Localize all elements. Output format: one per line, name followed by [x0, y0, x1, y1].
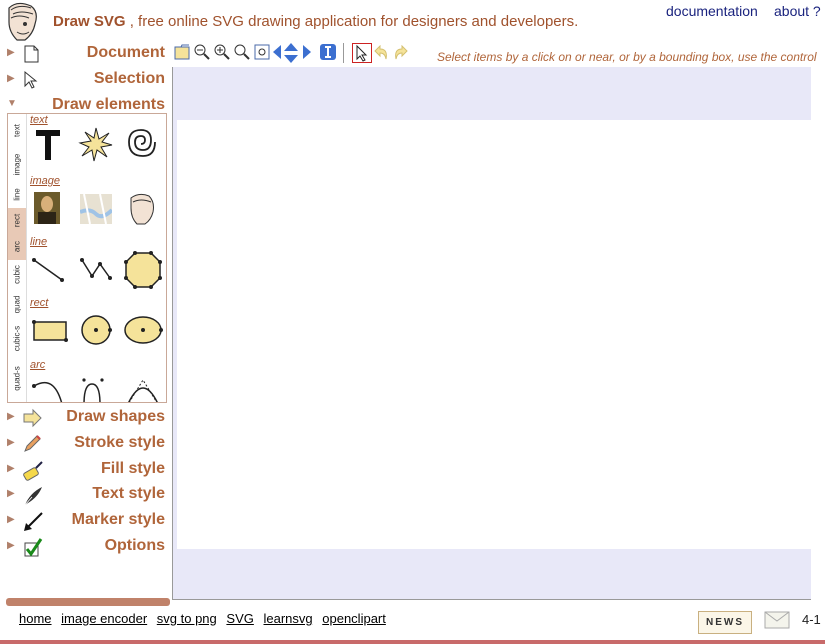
- toolbar: [173, 43, 372, 65]
- footer-links: home image encoder svg to png SVG learns…: [19, 611, 392, 626]
- tab-quad-s[interactable]: quad-s: [8, 358, 26, 402]
- fit-page-icon[interactable]: [319, 43, 337, 61]
- section-image-label[interactable]: image: [30, 175, 60, 187]
- panel-label: Fill style: [100, 460, 165, 477]
- footer-link-svg-to-png[interactable]: svg to png: [157, 611, 217, 626]
- expand-arrow-icon: ▶: [7, 411, 15, 422]
- undo-icon[interactable]: [374, 44, 390, 61]
- drawing-image-icon[interactable]: [125, 192, 157, 226]
- panel-fill-style[interactable]: ▶ Fill style: [0, 458, 170, 482]
- panel-document[interactable]: ▶ Document: [0, 42, 170, 66]
- panel-text-style[interactable]: ▶ Text style: [0, 483, 170, 507]
- drawing-workarea[interactable]: [172, 67, 811, 600]
- footer-link-image-encoder[interactable]: image encoder: [61, 611, 147, 626]
- expand-arrow-icon: ▶: [7, 47, 15, 58]
- panel-marker-style[interactable]: ▶ Marker style: [0, 509, 170, 533]
- line-tool-icon[interactable]: [30, 252, 66, 288]
- panel-label: Options: [104, 537, 165, 554]
- tab-cubic-s[interactable]: cubic-s: [8, 320, 26, 358]
- expand-arrow-icon: ▶: [7, 514, 15, 525]
- panel-draw-shapes[interactable]: ▶ Draw shapes: [0, 406, 170, 430]
- bottom-border: [0, 640, 825, 644]
- page-indicator: 4-1: [802, 612, 821, 627]
- cursor-icon: [22, 70, 42, 90]
- tab-text[interactable]: text: [8, 114, 26, 148]
- spiral-tool-icon[interactable]: [123, 126, 159, 162]
- polyline-tool-icon[interactable]: [78, 252, 114, 288]
- ellipse-tool-icon[interactable]: [123, 312, 165, 352]
- arc-segment-tool-icon[interactable]: [78, 374, 114, 402]
- star-tool-icon[interactable]: [78, 126, 114, 162]
- left-panel-resize-bar[interactable]: [6, 598, 170, 606]
- expand-arrow-icon: ▶: [7, 488, 15, 499]
- mail-icon[interactable]: [764, 611, 790, 629]
- expand-arrow-icon: ▶: [7, 73, 15, 84]
- marker-arrow-icon: [22, 511, 43, 531]
- pan-up-down-icon[interactable]: [283, 43, 301, 63]
- quill-icon: [22, 485, 42, 506]
- footer-link-home[interactable]: home: [19, 611, 52, 626]
- section-line-label[interactable]: line: [30, 236, 47, 248]
- polygon-tool-icon[interactable]: [123, 250, 163, 290]
- expand-arrow-icon: ▶: [7, 437, 15, 448]
- draw-elements-panel: text image line rect arc cubic quad cubi…: [7, 113, 167, 403]
- map-image-icon[interactable]: [79, 193, 114, 225]
- arc-tool-icon[interactable]: [30, 374, 66, 402]
- app-title: Draw SVG , free online SVG drawing appli…: [53, 13, 578, 30]
- panel-options[interactable]: ▶ Options: [0, 535, 170, 559]
- tab-quad[interactable]: quad: [8, 290, 26, 320]
- zoom-fit-icon[interactable]: [253, 43, 271, 61]
- panel-label: Document: [86, 44, 165, 61]
- panel-selection[interactable]: ▶ Selection: [0, 68, 170, 92]
- text-tool-icon[interactable]: [30, 126, 66, 162]
- app-logo: [3, 2, 41, 42]
- footer-link-openclipart[interactable]: openclipart: [322, 611, 386, 626]
- drawing-canvas[interactable]: [177, 120, 811, 549]
- paint-roller-icon: [22, 460, 43, 481]
- zoom-out-icon[interactable]: [193, 43, 211, 61]
- panel-label: Draw elements: [52, 96, 165, 113]
- vertical-tabs: text image line rect arc cubic quad cubi…: [8, 114, 27, 402]
- new-document-icon[interactable]: [173, 43, 191, 61]
- rect-tool-icon[interactable]: [30, 314, 70, 350]
- section-text-label[interactable]: text: [30, 114, 48, 126]
- section-rect-label[interactable]: rect: [30, 297, 48, 309]
- zoom-in-icon[interactable]: [213, 43, 231, 61]
- document-icon: [22, 44, 42, 64]
- checkbox-icon: [22, 537, 43, 557]
- news-button[interactable]: NEWS: [698, 611, 752, 634]
- zoom-actual-icon[interactable]: [233, 43, 251, 61]
- panel-label: Selection: [93, 70, 165, 87]
- select-cursor-icon[interactable]: [352, 43, 372, 63]
- redo-icon[interactable]: [392, 44, 408, 61]
- about-link[interactable]: about ?: [774, 3, 821, 19]
- expand-arrow-icon: ▶: [7, 463, 15, 474]
- app-tagline: , free online SVG drawing application fo…: [129, 13, 579, 30]
- footer-link-learnsvg[interactable]: learnsvg: [264, 611, 313, 626]
- footer-link-svg[interactable]: SVG: [226, 611, 253, 626]
- collapse-arrow-icon: ▼: [7, 98, 17, 109]
- panel-label: Text style: [92, 485, 165, 502]
- mona-lisa-image-icon[interactable]: [34, 192, 60, 224]
- expand-arrow-icon: ▶: [7, 540, 15, 551]
- section-arc-label[interactable]: arc: [30, 359, 45, 371]
- panel-label: Marker style: [71, 511, 165, 528]
- toolbar-divider: [343, 43, 344, 63]
- pencil-icon: [22, 434, 42, 454]
- panel-label: Stroke style: [74, 434, 165, 451]
- documentation-link[interactable]: documentation: [666, 3, 758, 19]
- app-name: Draw SVG: [53, 13, 126, 30]
- panel-label: Draw shapes: [66, 408, 165, 425]
- pan-right-icon[interactable]: [301, 43, 319, 61]
- arrow-shape-icon: [22, 408, 42, 428]
- toolbar-hint: Select items by a click on or near, or b…: [437, 50, 817, 64]
- circle-tool-icon[interactable]: [78, 312, 118, 352]
- arc-curve-tool-icon[interactable]: [123, 374, 163, 402]
- panel-stroke-style[interactable]: ▶ Stroke style: [0, 432, 170, 456]
